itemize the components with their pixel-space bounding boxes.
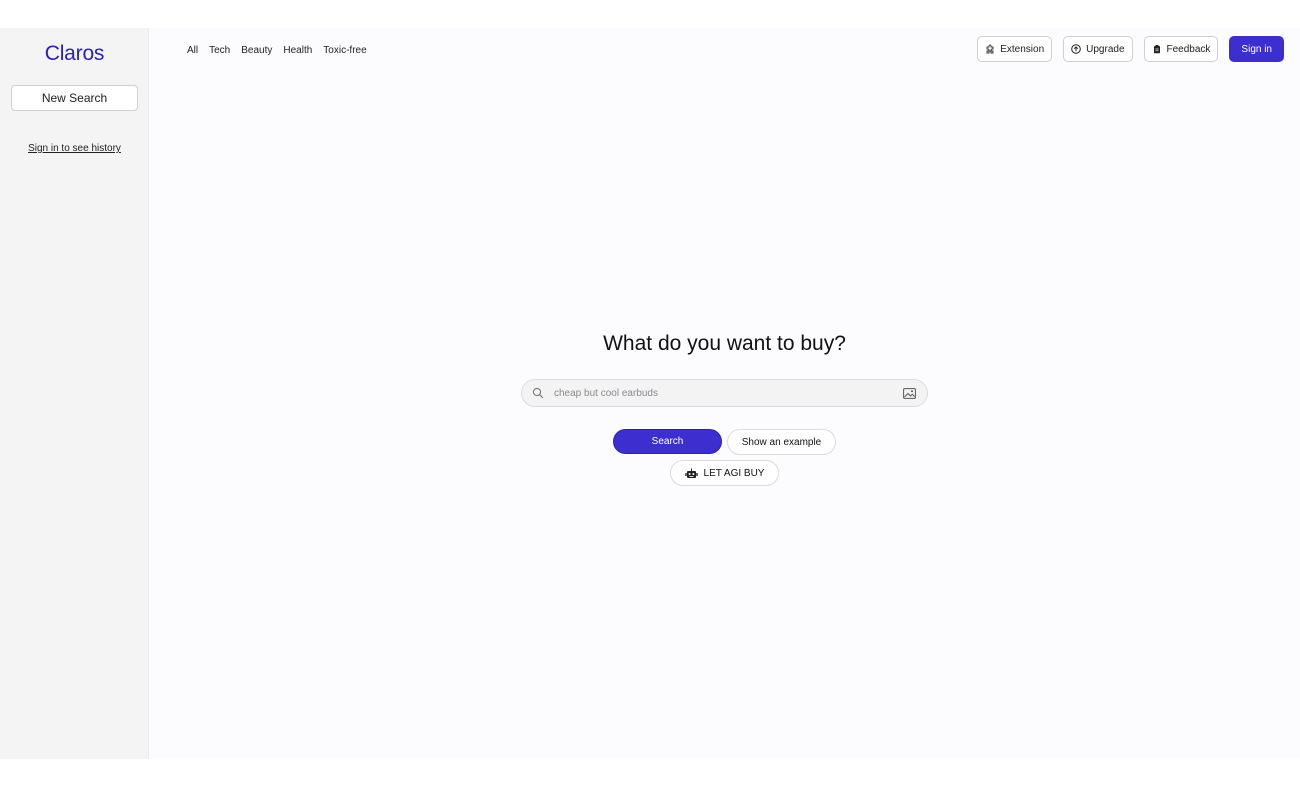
top-actions: Extension Upgrade Feedback Sign in [977,36,1284,62]
category-beauty[interactable]: Beauty [241,45,272,56]
category-all[interactable]: All [187,45,198,56]
show-example-button[interactable]: Show an example [727,429,836,455]
category-toxic-free[interactable]: Toxic-free [323,45,366,56]
extension-label: Extension [1000,43,1045,55]
extension-button[interactable]: Extension [977,36,1053,62]
new-search-button[interactable]: New Search [11,85,138,111]
page-headline: What do you want to buy? [603,332,846,355]
app-window: Claros New Search Sign in to see history… [0,28,1300,759]
category-nav: All Tech Beauty Health Toxic-free [187,45,367,56]
sign-in-button[interactable]: Sign in [1229,36,1284,62]
sidebar: Claros New Search Sign in to see history [0,28,149,759]
arrow-up-circle-icon [1071,44,1081,54]
search-icon [532,387,544,399]
category-tech[interactable]: Tech [209,45,230,56]
logo[interactable]: Claros [0,42,149,66]
image-icon[interactable] [903,387,916,399]
upgrade-label: Upgrade [1086,43,1125,55]
feedback-button[interactable]: Feedback [1143,36,1219,62]
sign-in-history-link[interactable]: Sign in to see history [0,143,149,154]
clipboard-icon [1153,45,1160,54]
search-input[interactable] [554,387,903,399]
search-actions: Search Show an example [613,429,836,455]
search-bar [521,379,928,407]
let-agi-buy-label: LET AGI BUY [703,467,765,479]
upgrade-button[interactable]: Upgrade [1063,36,1133,62]
let-agi-buy-button[interactable]: LET AGI BUY [670,460,779,486]
search-button[interactable]: Search [613,429,722,454]
robot-icon [684,468,698,478]
category-health[interactable]: Health [283,45,312,56]
puzzle-icon [986,44,994,54]
feedback-label: Feedback [1166,43,1211,55]
